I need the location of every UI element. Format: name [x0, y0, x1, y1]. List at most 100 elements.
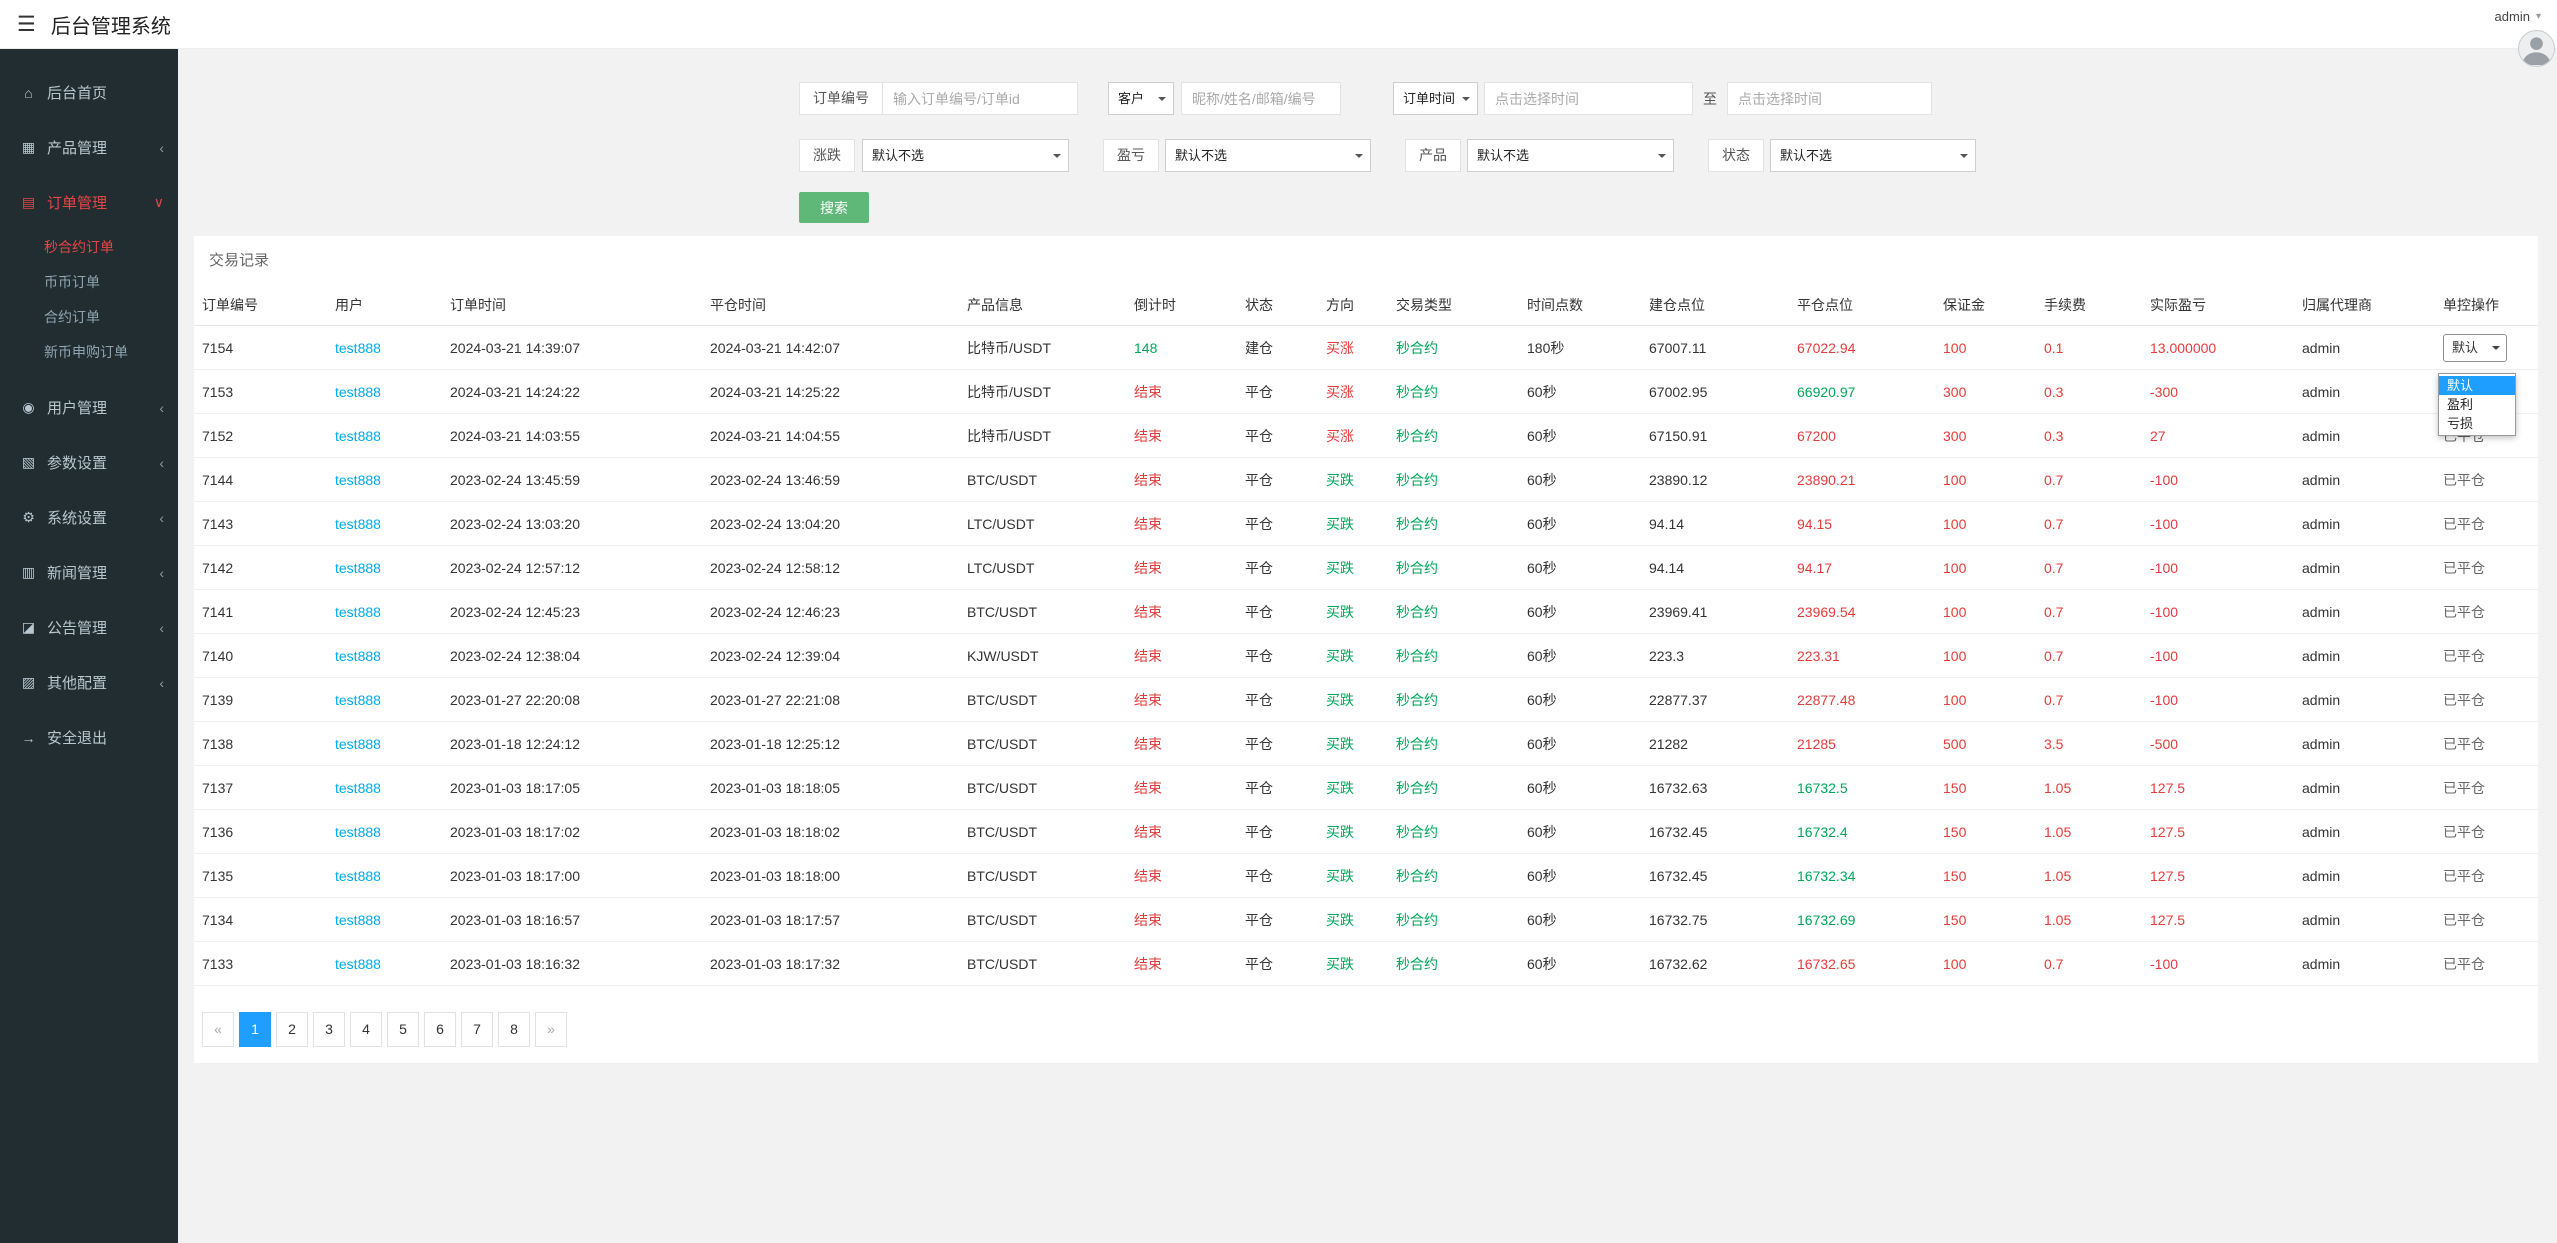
cell-open_price: 16732.62	[1641, 941, 1789, 986]
user-link[interactable]: test888	[327, 721, 442, 766]
main-content: 订单编号 客户 订单时间 至 涨跌 默认不选 盈亏 默认不选 产品	[178, 49, 2557, 1243]
user-link[interactable]: test888	[327, 941, 442, 986]
sidebar-item-公告管理[interactable]: ◪ 公告管理 ‹	[0, 600, 178, 655]
sidebar-item-订单管理[interactable]: ▤ 订单管理 ∨	[0, 175, 178, 230]
sidebar-subitem-秒合约订单[interactable]: 秒合约订单	[0, 230, 178, 265]
sidebar-item-参数设置[interactable]: ▧ 参数设置 ‹	[0, 435, 178, 490]
time-from-input[interactable]	[1484, 82, 1693, 115]
user-link[interactable]: test888	[327, 853, 442, 898]
trade-records-panel: 交易记录 订单编号 用户 订单时间 平仓时间 产品信息 倒计时 状态 方向 交易类型 时间点数 建仓…	[194, 236, 2538, 1063]
user-link[interactable]: test888	[327, 677, 442, 722]
control-select[interactable]: 默认 默认 盈利 亏损	[2438, 333, 2516, 436]
table-row: 7152 test888 2024-03-21 14:03:55 2024-03-21…	[194, 413, 2538, 458]
cell-close_time: 2023-01-03 18:17:32	[702, 941, 959, 986]
user-link[interactable]: test888	[327, 545, 442, 590]
cell-trade_type: 秒合约	[1388, 545, 1519, 590]
search-button[interactable]: 搜索	[799, 192, 869, 223]
cell-trade_type: 秒合约	[1388, 721, 1519, 766]
user-link[interactable]: test888	[327, 633, 442, 678]
cell-order_no: 7137	[194, 765, 327, 810]
sidebar-item-其他配置[interactable]: ▨ 其他配置 ‹	[0, 655, 178, 710]
page-4[interactable]: 4	[350, 1012, 382, 1047]
cell-countdown: 结束	[1126, 677, 1237, 722]
sidebar-item-新闻管理[interactable]: ▥ 新闻管理 ‹	[0, 545, 178, 600]
user-link[interactable]: test888	[327, 369, 442, 414]
chevron-left-icon: ‹	[159, 619, 164, 636]
cell-agent: admin	[2294, 501, 2435, 546]
cell-order_no: 7133	[194, 941, 327, 986]
user-link[interactable]: test888	[327, 457, 442, 502]
cell-open_price: 16732.45	[1641, 809, 1789, 854]
table-row: 7140 test888 2023-02-24 12:38:04 2023-02-24…	[194, 633, 2538, 678]
profit-select[interactable]: 默认不选	[1165, 139, 1371, 172]
user-link[interactable]: test888	[327, 589, 442, 634]
user-link[interactable]: test888	[327, 413, 442, 458]
cell-open_price: 22877.37	[1641, 677, 1789, 722]
cell-trade_type: 秒合约	[1388, 765, 1519, 810]
control-select-value: 默认	[2452, 339, 2479, 355]
time-type-select[interactable]: 订单时间	[1393, 82, 1478, 115]
page-2[interactable]: 2	[276, 1012, 308, 1047]
page-7[interactable]: 7	[461, 1012, 493, 1047]
sidebar-item-用户管理[interactable]: ◉ 用户管理 ‹	[0, 380, 178, 435]
user-link[interactable]: test888	[327, 325, 442, 370]
control-option-盈利[interactable]: 盈利	[2439, 395, 2515, 414]
user-menu[interactable]: admin ▾	[2495, 9, 2541, 24]
cell-close_price: 16732.4	[1789, 809, 1935, 854]
page-6[interactable]: 6	[424, 1012, 456, 1047]
sidebar-item-label: 产品管理	[47, 140, 108, 157]
cell-margin: 500	[1935, 721, 2036, 766]
product-select[interactable]: 默认不选	[1467, 139, 1674, 172]
sidebar-subitem-新币申购订单[interactable]: 新币申购订单	[0, 335, 178, 370]
cell-time_points: 60秒	[1519, 589, 1641, 634]
page-next[interactable]: »	[535, 1012, 567, 1047]
user-link[interactable]: test888	[327, 809, 442, 854]
order-no-input[interactable]	[882, 82, 1078, 115]
sidebar-subitem-合约订单[interactable]: 合约订单	[0, 300, 178, 335]
page-prev[interactable]: «	[202, 1012, 234, 1047]
customer-input[interactable]	[1181, 82, 1341, 115]
cell-product: 比特币/USDT	[959, 413, 1126, 458]
user-link[interactable]: test888	[327, 501, 442, 546]
user-link[interactable]: test888	[327, 765, 442, 810]
customer-type-select[interactable]: 客户	[1108, 82, 1174, 115]
cell-order_time: 2023-01-03 18:17:00	[442, 853, 702, 898]
page-3[interactable]: 3	[313, 1012, 345, 1047]
cell-countdown: 结束	[1126, 721, 1237, 766]
sidebar-item-后台首页[interactable]: ⌂ 后台首页	[0, 65, 178, 120]
cell-close_price: 67022.94	[1789, 325, 1935, 370]
chevron-left-icon: ‹	[159, 399, 164, 416]
cell-countdown: 结束	[1126, 369, 1237, 414]
page-1[interactable]: 1	[239, 1012, 271, 1047]
cell-pnl: -100	[2142, 633, 2294, 678]
time-to-input[interactable]	[1727, 82, 1932, 115]
cell-direction: 买跌	[1318, 721, 1388, 766]
sidebar-item-产品管理[interactable]: ▦ 产品管理 ‹	[0, 120, 178, 175]
page-5[interactable]: 5	[387, 1012, 419, 1047]
cell-status: 平仓	[1237, 765, 1318, 810]
cell-close_price: 22877.48	[1789, 677, 1935, 722]
hamburger-menu-icon[interactable]: ☰	[17, 12, 36, 37]
sidebar-submenu: 秒合约订单 币币订单 合约订单 新币申购订单	[0, 230, 178, 380]
cell-margin: 100	[1935, 501, 2036, 546]
sidebar-item-安全退出[interactable]: → 安全退出	[0, 710, 178, 765]
avatar[interactable]	[2518, 30, 2555, 67]
cell-product: LTC/USDT	[959, 545, 1126, 590]
sidebar-item-系统设置[interactable]: ⚙ 系统设置 ‹	[0, 490, 178, 545]
updown-label: 涨跌	[799, 139, 855, 172]
order-no-label: 订单编号	[799, 82, 883, 115]
column-header: 倒计时	[1126, 285, 1237, 326]
cell-product: 比特币/USDT	[959, 325, 1126, 370]
status-select[interactable]: 默认不选	[1770, 139, 1976, 172]
sidebar-subitem-币币订单[interactable]: 币币订单	[0, 265, 178, 300]
cell-close_price: 94.15	[1789, 501, 1935, 546]
users-icon: ◉	[22, 399, 35, 415]
user-link[interactable]: test888	[327, 897, 442, 942]
cell-close_time: 2023-01-03 18:17:57	[702, 897, 959, 942]
control-option-默认[interactable]: 默认	[2439, 375, 2515, 395]
cell-time_points: 60秒	[1519, 677, 1641, 722]
control-option-亏损[interactable]: 亏损	[2439, 414, 2515, 433]
cell-direction: 买涨	[1318, 325, 1388, 370]
page-8[interactable]: 8	[498, 1012, 530, 1047]
updown-select[interactable]: 默认不选	[862, 139, 1069, 172]
